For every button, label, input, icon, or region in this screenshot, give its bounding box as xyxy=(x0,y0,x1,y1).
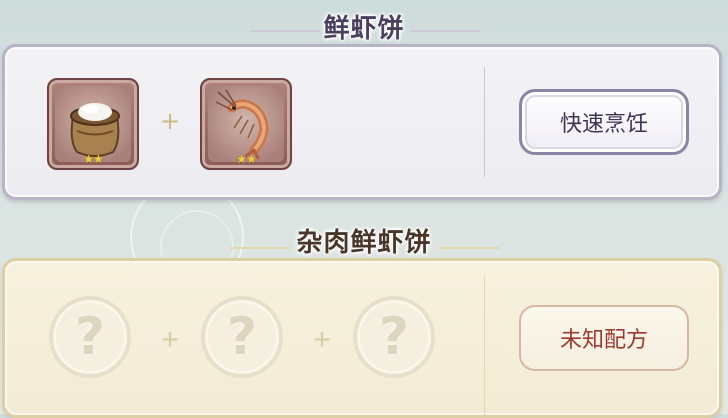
unknown-recipe-card: ? + ? + ? 未知配方 xyxy=(2,258,722,418)
plus-sign: + xyxy=(312,325,333,353)
known-recipe-card: ★★ + ★★ 快速烹饪 xyxy=(2,44,722,200)
recipe-title: 杂肉鲜虾饼 xyxy=(296,228,432,258)
unknown-recipe-button[interactable]: 未知配方 xyxy=(519,305,689,371)
star-rating: ★★ xyxy=(83,152,104,166)
ingredient-background xyxy=(55,86,131,162)
quick-cook-label: 快速烹饪 xyxy=(559,112,648,137)
recipe-title: 鲜虾饼 xyxy=(323,14,405,44)
ingredient-background xyxy=(208,86,284,162)
unknown-ingredient-slot[interactable]: ? xyxy=(49,296,131,378)
ingredient-slot[interactable]: ★★ xyxy=(47,78,139,170)
card-divider xyxy=(484,275,485,415)
quick-cook-button[interactable]: 快速烹饪 xyxy=(519,89,689,155)
unknown-ingredient-slot[interactable]: ? xyxy=(353,296,435,378)
ingredient-slot[interactable]: ★★ xyxy=(200,78,292,170)
unknown-ingredient-slot[interactable]: ? xyxy=(201,296,283,378)
plus-sign: + xyxy=(160,107,181,135)
plus-sign: + xyxy=(160,325,181,353)
unknown-recipe-label: 未知配方 xyxy=(559,328,648,353)
star-rating: ★★ xyxy=(236,152,257,166)
card-divider xyxy=(484,67,485,177)
